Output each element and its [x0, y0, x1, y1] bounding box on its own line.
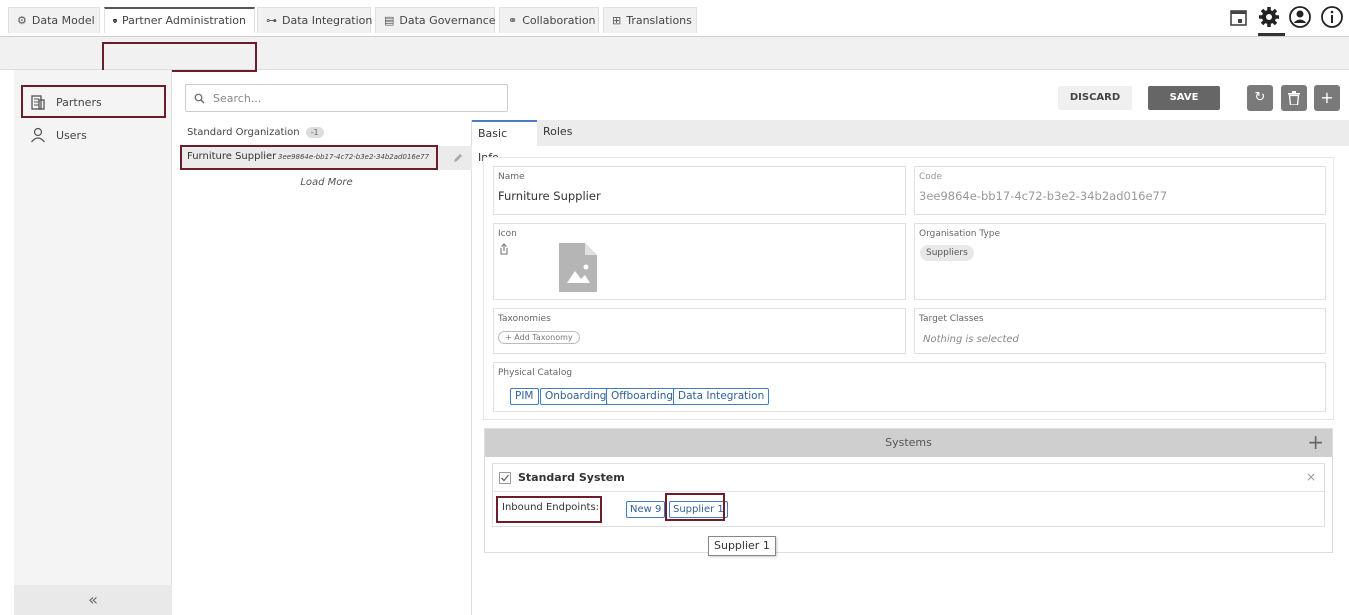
collapse-icon: « [88, 590, 98, 609]
info-icon[interactable] [1320, 5, 1344, 29]
save-button[interactable]: SAVE [1148, 86, 1220, 110]
partner-list [181, 120, 472, 615]
add-system-button[interactable]: + [1307, 429, 1324, 455]
code-field: Code 3ee9864e-bb17-4c72-b3e2-34b2ad016e7… [914, 166, 1326, 215]
add-taxonomy-button[interactable]: + Add Taxonomy [498, 331, 580, 344]
tab-label: Data Model [31, 13, 95, 27]
tab-data-integration[interactable]: ⊶ Data Integration [257, 7, 373, 33]
highlight-box [180, 145, 438, 170]
image-placeholder-icon [559, 243, 597, 292]
close-icon[interactable]: × [1306, 470, 1316, 484]
field-label: Target Classes [919, 314, 984, 324]
collapse-sidebar-button[interactable]: « [14, 585, 172, 615]
user-outline-icon [31, 127, 45, 143]
tab-data-model[interactable]: ⚙ Data Model [8, 7, 100, 33]
system-name: Standard System [518, 471, 625, 484]
refresh-icon: ↻ [1254, 90, 1266, 105]
catalog-tag[interactable]: PIM [510, 388, 539, 405]
field-label: Icon [498, 229, 517, 239]
data-model-icon: ⚙ [17, 13, 27, 27]
group-count-badge: -1 [305, 127, 324, 138]
catalog-tag[interactable]: Offboarding [606, 388, 679, 405]
user-icon[interactable] [1288, 5, 1312, 29]
search-icon [194, 93, 205, 103]
tab-roles[interactable]: Roles [537, 120, 577, 146]
search-input[interactable]: Search... [185, 84, 508, 112]
load-more-link[interactable]: Load More [181, 177, 472, 188]
catalog-tag[interactable]: Data Integration [673, 388, 770, 405]
translate-icon: ⊞ [612, 13, 622, 27]
field-label: Code [919, 172, 943, 182]
tab-label: Translations [626, 13, 692, 27]
highlight-box [496, 496, 602, 523]
name-value: Furniture Supplier [498, 189, 601, 203]
integration-icon: ⊶ [266, 13, 277, 27]
system-card: Standard System × Inbound Endpoints: [492, 463, 1325, 527]
systems-header: Systems + [485, 429, 1332, 457]
tab-label: Data Governance [399, 13, 496, 27]
trash-icon [1288, 91, 1300, 106]
add-button[interactable]: + [1314, 85, 1340, 111]
tab-data-governance[interactable]: ▤ Data Governance [375, 7, 496, 33]
shield-icon [113, 18, 118, 24]
field-label: Organisation Type [919, 229, 1001, 239]
tab-collaboration[interactable]: ⚭ Collaboration [499, 7, 599, 33]
discard-button[interactable]: DISCARD [1058, 86, 1132, 110]
endpoint-tag[interactable]: New 9 [626, 501, 666, 518]
code-value: 3ee9864e-bb17-4c72-b3e2-34b2ad016e77 [919, 189, 1168, 203]
systems-title: Systems [885, 436, 932, 449]
highlight-box [21, 85, 166, 118]
sidebar: Partners Users « [14, 70, 172, 615]
governance-icon: ▤ [384, 13, 395, 27]
list-group-header[interactable]: Standard Organization -1 [187, 127, 324, 138]
tab-label: Partner Administration [122, 14, 246, 27]
field-label: Name [498, 172, 525, 182]
highlight-box [665, 493, 725, 521]
group-label: Standard Organization [187, 127, 300, 138]
icon-field: Icon [493, 223, 906, 300]
plus-icon: + [1320, 88, 1334, 107]
delete-button[interactable] [1281, 85, 1307, 111]
search-placeholder: Search... [213, 91, 262, 105]
tab-basic-info[interactable]: Basic Info [472, 120, 537, 164]
detail-tabs: Basic Info Roles [472, 120, 1349, 164]
sidebar-item-users[interactable]: Users [30, 127, 87, 143]
tooltip: Supplier 1 [708, 536, 776, 556]
org-type-chip: Suppliers [920, 245, 974, 261]
calendar-icon[interactable] [1229, 8, 1248, 27]
checkbox-checked-icon[interactable] [499, 472, 511, 484]
active-indicator [1258, 33, 1285, 36]
edit-icon[interactable] [453, 153, 463, 163]
field-label: Physical Catalog [498, 368, 573, 378]
tab-translations[interactable]: ⊞ Translations [603, 7, 697, 33]
tab-partner-administration[interactable]: Partner Administration [104, 7, 255, 33]
tab-label: Data Integration [282, 13, 373, 27]
name-field[interactable]: Name Furniture Supplier [493, 166, 906, 215]
sidebar-item-label: Users [56, 128, 87, 142]
gear-icon[interactable] [1258, 6, 1280, 28]
collaboration-icon: ⚭ [508, 13, 518, 27]
catalog-tag[interactable]: Onboarding [540, 388, 612, 405]
highlight-box [102, 42, 257, 72]
tab-label: Collaboration [522, 13, 596, 27]
taxonomies-field: Taxonomies + Add Taxonomy [493, 308, 906, 354]
upload-icon[interactable] [498, 243, 510, 255]
target-classes-field[interactable]: Target Classes Nothing is selected [914, 308, 1326, 354]
organisation-type-field[interactable]: Organisation Type Suppliers [914, 223, 1326, 300]
target-classes-value: Nothing is selected [923, 334, 1019, 345]
field-label: Taxonomies [498, 314, 551, 324]
refresh-button[interactable]: ↻ [1247, 85, 1273, 111]
